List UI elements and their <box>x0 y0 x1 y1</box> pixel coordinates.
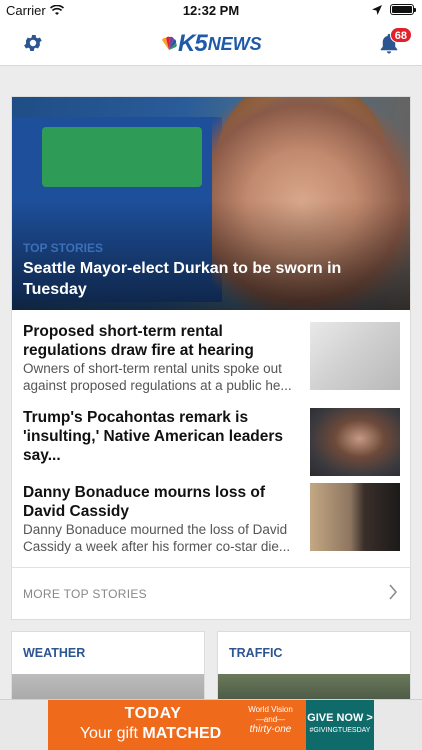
story-headline: Trump's Pocahontas remark is 'insulting,… <box>23 409 284 464</box>
ad-line1: TODAY <box>124 705 182 722</box>
ad-bar: TODAY Your gift MATCHED World Vision —an… <box>0 699 422 750</box>
k5-news-logo: K5 NEWS <box>160 30 262 57</box>
top-stories-card: TOP STORIES Seattle Mayor-elect Durkan t… <box>11 96 411 620</box>
hero-image-sign-panel <box>42 127 202 187</box>
story-summary-line1: Danny Bonaduce mourned the loss of David <box>23 522 288 537</box>
hero-story[interactable]: TOP STORIES Seattle Mayor-elect Durkan t… <box>12 97 410 310</box>
story-item[interactable]: Proposed short-term rental regulations d… <box>23 322 401 394</box>
ad-line2: Your gift MATCHED <box>58 725 243 743</box>
story-summary-line2: against proposed regulations at a public… <box>23 378 292 393</box>
give-now-label: GIVE NOW > <box>307 712 373 724</box>
more-top-stories-link[interactable]: MORE TOP STORIES <box>12 567 410 619</box>
logo-k5-text: K5 <box>178 30 208 57</box>
ad-sponsor-line3: thirty-one <box>249 724 292 735</box>
status-right <box>372 4 416 15</box>
traffic-image <box>218 674 410 700</box>
nbc-peacock-icon <box>162 36 177 50</box>
ad-line2-prefix: Your gift <box>79 725 143 742</box>
weather-image <box>12 674 204 700</box>
traffic-label: TRAFFIC <box>229 646 283 660</box>
story-headline: Danny Bonaduce mourns loss of David Cass… <box>23 484 266 520</box>
ad-banner[interactable]: TODAY Your gift MATCHED World Vision —an… <box>48 700 374 750</box>
location-arrow-icon <box>372 4 382 15</box>
chevron-right-icon <box>389 584 397 600</box>
story-thumbnail <box>310 322 400 390</box>
ad-line2-bold: MATCHED <box>142 725 222 742</box>
story-text: Danny Bonaduce mourns loss of David Cass… <box>23 483 303 555</box>
gear-icon[interactable] <box>22 32 44 54</box>
story-item[interactable]: Trump's Pocahontas remark is 'insulting,… <box>23 408 401 478</box>
status-bar: Carrier 12:32 PM <box>0 0 422 22</box>
story-text: Proposed short-term rental regulations d… <box>23 322 303 394</box>
hero-title: Seattle Mayor-elect Durkan to be sworn i… <box>23 260 342 298</box>
battery-icon <box>390 4 416 15</box>
hero-category: TOP STORIES <box>23 241 104 255</box>
more-top-stories-label: MORE TOP STORIES <box>23 587 147 601</box>
ad-hashtag: #GIVINGTUESDAY <box>309 727 371 734</box>
ad-sponsors: World Vision —and— thirty-one <box>243 705 298 735</box>
status-time: 12:32 PM <box>182 3 240 18</box>
story-text: Trump's Pocahontas remark is 'insulting,… <box>23 408 303 465</box>
traffic-card[interactable]: TRAFFIC <box>217 631 411 701</box>
weather-label: WEATHER <box>23 646 86 660</box>
story-thumbnail <box>310 483 400 551</box>
story-summary-line1: Owners of short-term rental units spoke … <box>23 361 282 376</box>
nav-bar: K5 NEWS 68 <box>0 22 422 66</box>
story-item[interactable]: Danny Bonaduce mourns loss of David Cass… <box>23 483 401 555</box>
notification-badge[interactable]: 68 <box>389 27 412 43</box>
story-summary-line2: Cassidy a week after his former co-star … <box>23 539 291 554</box>
logo-news-text: NEWS <box>207 33 262 54</box>
story-headline: Proposed short-term rental regulations d… <box>23 323 254 359</box>
ad-sponsor-line1: World Vision <box>248 705 293 714</box>
give-now-button[interactable]: GIVE NOW > #GIVINGTUESDAY <box>306 700 374 750</box>
weather-card[interactable]: WEATHER <box>11 631 205 701</box>
story-thumbnail <box>310 408 400 476</box>
